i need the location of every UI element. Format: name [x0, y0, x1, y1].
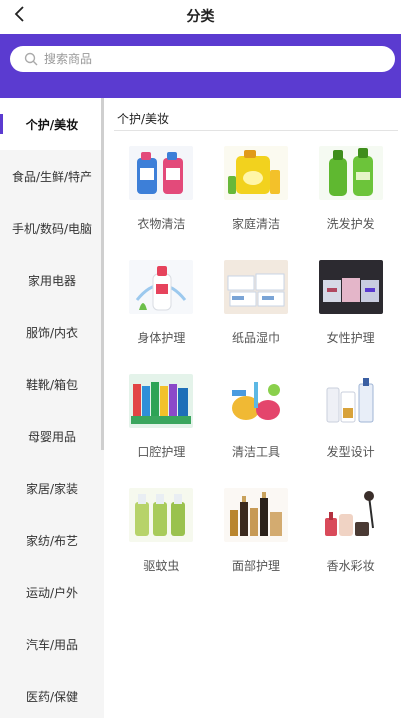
search-icon: [24, 52, 38, 66]
subcategory-label: 发型设计: [326, 445, 375, 459]
sidebar-item-food[interactable]: 食品/生鲜/特产: [0, 150, 104, 202]
subcategory-item[interactable]: 纸品湿巾: [209, 260, 304, 346]
subcategory-label: 纸品湿巾: [231, 331, 280, 345]
subcategory-label: 衣物清洁: [137, 217, 186, 231]
shampoo-image: [318, 146, 383, 200]
sidebar-item-label: 汽车/用品: [25, 637, 79, 652]
sidebar-item-label: 家纺/布艺: [25, 533, 79, 548]
subcategory-label: 身体护理: [137, 331, 186, 345]
subcategory-item[interactable]: 衣物清洁: [114, 146, 209, 232]
insect-repellent-image: [129, 488, 194, 542]
subcategory-label: 香水彩妆: [326, 559, 375, 573]
page-title: 分类: [186, 9, 215, 25]
subcategory-item[interactable]: 家庭清洁: [209, 146, 304, 232]
sidebar-item-baby[interactable]: 母婴用品: [0, 410, 104, 462]
sidebar-item-label: 家用电器: [27, 273, 76, 288]
sidebar-item-sports[interactable]: 运动/户外: [0, 566, 104, 618]
sidebar-item-digital[interactable]: 手机/数码/电脑: [0, 202, 104, 254]
subcategory-grid: 衣物清洁 家庭清洁 洗发护发 身体护理 纸品湿巾 女性护理 口腔护理 清洁工具 …: [114, 146, 398, 574]
sidebar-item-label: 运动/户外: [25, 585, 79, 600]
hair-styling-image: [318, 374, 383, 428]
sidebar-item-textiles[interactable]: 家纺/布艺: [0, 514, 104, 566]
category-content: 个护/美妆 衣物清洁 家庭清洁 洗发护发 身体护理 纸品湿巾 女性护理 口腔护理…: [104, 98, 401, 718]
subcategory-item[interactable]: 驱蚊虫: [114, 488, 209, 574]
subcategory-item[interactable]: 口腔护理: [114, 374, 209, 460]
subcategory-item[interactable]: 身体护理: [114, 260, 209, 346]
perfume-makeup-image: [318, 488, 383, 542]
subcategory-label: 家庭清洁: [231, 217, 280, 231]
sidebar-item-label: 服饰/内衣: [25, 325, 79, 340]
sidebar-item-auto[interactable]: 汽车/用品: [0, 618, 104, 670]
subcategory-label: 口腔护理: [137, 445, 186, 459]
sidebar-item-label: 医药/保健: [25, 689, 79, 704]
subcategory-item[interactable]: 发型设计: [303, 374, 398, 460]
household-cleaner-image: [223, 146, 288, 200]
top-bar: 分类: [0, 0, 401, 34]
subcategory-item[interactable]: 女性护理: [303, 260, 398, 346]
divider: [114, 130, 398, 131]
subcategory-label: 女性护理: [326, 331, 375, 345]
subcategory-item[interactable]: 清洁工具: [209, 374, 304, 460]
sidebar-item-label: 个护/美妆: [25, 117, 79, 132]
search-input[interactable]: [44, 52, 344, 66]
body-wash-image: [129, 260, 194, 314]
subcategory-label: 洗发护发: [326, 217, 375, 231]
sidebar-item-shoes-bags[interactable]: 鞋靴/箱包: [0, 358, 104, 410]
sidebar-item-health[interactable]: 医药/保健: [0, 670, 104, 718]
subcategory-item[interactable]: 香水彩妆: [303, 488, 398, 574]
sidebar-item-label: 家居/家装: [25, 481, 79, 496]
sidebar-item-label: 手机/数码/电脑: [11, 221, 93, 236]
section-title: 个护/美妆: [117, 112, 170, 126]
sidebar-item-home[interactable]: 家居/家装: [0, 462, 104, 514]
subcategory-item[interactable]: 面部护理: [209, 488, 304, 574]
subcategory-label: 驱蚊虫: [143, 559, 180, 573]
laundry-detergent-image: [129, 146, 194, 200]
sidebar-item-personal-care[interactable]: 个护/美妆: [0, 98, 104, 150]
sidebar-item-label: 鞋靴/箱包: [25, 377, 79, 392]
category-sidebar: 个护/美妆 食品/生鲜/特产 手机/数码/电脑 家用电器 服饰/内衣 鞋靴/箱包…: [0, 98, 104, 718]
cleaning-tools-image: [223, 374, 288, 428]
sidebar-item-label: 食品/生鲜/特产: [11, 169, 93, 184]
subcategory-item[interactable]: 洗发护发: [303, 146, 398, 232]
search-box[interactable]: [10, 46, 395, 72]
sidebar-item-apparel[interactable]: 服饰/内衣: [0, 306, 104, 358]
sidebar-item-label: 母婴用品: [27, 429, 76, 444]
tissue-image: [223, 260, 288, 314]
oral-care-image: [129, 374, 194, 428]
search-bar: [0, 34, 401, 98]
feminine-care-image: [318, 260, 383, 314]
subcategory-label: 清洁工具: [231, 445, 280, 459]
sidebar-item-appliances[interactable]: 家用电器: [0, 254, 104, 306]
facial-care-image: [223, 488, 288, 542]
subcategory-label: 面部护理: [231, 559, 280, 573]
